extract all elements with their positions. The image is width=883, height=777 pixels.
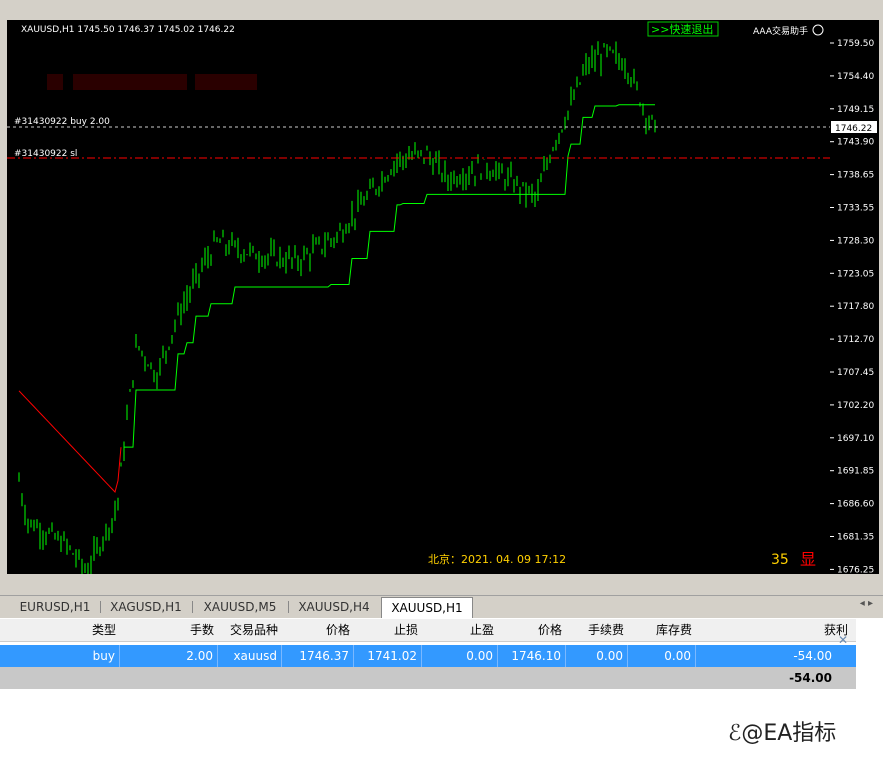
watermark: ℰ@EA指标 (728, 715, 836, 747)
cell-current-price: 1746.10 (498, 645, 566, 667)
cell-stop-loss: 1741.02 (354, 645, 422, 667)
price-candles (18, 41, 656, 574)
price-tick-label: 1743.90 (837, 138, 874, 148)
redacted-area (73, 74, 187, 90)
header-current-price[interactable]: 价格 (498, 619, 566, 641)
chart-tabs: EURUSD,H1 XAGUSD,H1 XAUUSD,M5 XAUUSD,H4 … (0, 595, 883, 618)
trade-table: 类型 手数 交易品种 价格 止损 止盈 价格 手续费 库存费 获利 buy 2.… (0, 619, 856, 689)
tab-separator (192, 601, 193, 613)
order-label: #31430922 buy 2.00 (14, 117, 110, 127)
price-tick-label: 1707.45 (837, 368, 874, 378)
header-symbol[interactable]: 交易品种 (218, 619, 282, 641)
price-axis[interactable]: 1759.50 1754.40 1749.15 1743.90 1738.65 1733.… (830, 20, 879, 574)
header-commission[interactable]: 手续费 (566, 619, 628, 641)
price-tick-label: 1702.20 (837, 401, 874, 411)
cell-profit: -54.00 (793, 649, 832, 663)
price-tick-label: 1749.15 (837, 105, 874, 115)
price-tick-label: 1733.55 (837, 204, 874, 214)
chart-window: XAUUSD,H1 1745.50 1746.37 1745.02 1746.2… (0, 0, 883, 595)
quick-exit-label: >>快速退出 (651, 22, 713, 36)
weibo-logo-icon: ℰ (728, 721, 742, 746)
price-tick-label: 1759.50 (837, 39, 874, 49)
redacted-area (195, 74, 257, 90)
count-value: 35 (771, 552, 789, 568)
table-row[interactable]: buy 2.00 xauusd 1746.37 1741.02 0.00 174… (0, 645, 856, 667)
quick-exit-button[interactable]: >>快速退出 (647, 21, 719, 37)
tab-xauusd-m5[interactable]: XAUUSD,M5 (196, 598, 284, 616)
tab-xauusd-h1[interactable]: XAUUSD,H1 (381, 597, 473, 618)
watermark-text: @EA指标 (741, 721, 837, 746)
header-take-profit[interactable]: 止盈 (422, 619, 498, 641)
smiley-icon (812, 24, 824, 36)
price-tick-label: 1676.25 (837, 565, 874, 574)
close-order-icon[interactable]: ✕ (838, 630, 854, 650)
tab-eurusd-h1[interactable]: EURUSD,H1 (14, 598, 96, 616)
cell-open-price: 1746.37 (282, 645, 354, 667)
table-total-row: -54.00 (0, 667, 856, 689)
redacted-area (47, 74, 63, 90)
price-tick-label: 1681.35 (837, 533, 874, 543)
price-tick-label: 1717.80 (837, 302, 874, 312)
header-open-price[interactable]: 价格 (282, 619, 354, 641)
tab-separator (288, 601, 289, 613)
cell-commission: 0.00 (566, 645, 628, 667)
tab-xagusd-h1[interactable]: XAGUSD,H1 (104, 598, 188, 616)
tab-xauusd-h4[interactable]: XAUUSD,H4 (292, 598, 376, 616)
current-price-label: 1746.22 (835, 124, 872, 134)
cell-symbol: xauusd (218, 645, 282, 667)
total-profit: -54.00 (789, 671, 832, 685)
price-tick-label: 1723.05 (837, 269, 874, 279)
price-tick-label: 1712.70 (837, 335, 874, 345)
table-header: 类型 手数 交易品种 价格 止损 止盈 价格 手续费 库存费 获利 (0, 619, 856, 642)
header-stop-loss[interactable]: 止损 (354, 619, 422, 641)
cell-take-profit: 0.00 (422, 645, 498, 667)
price-tick-label: 1691.85 (837, 467, 874, 477)
sl-label: #31430922 sl (14, 149, 77, 159)
price-tick-label: 1738.65 (837, 171, 874, 181)
price-tick-label: 1754.40 (837, 72, 874, 82)
tab-separator (100, 601, 101, 613)
price-tick-label: 1697.10 (837, 434, 874, 444)
price-tick-label: 1686.60 (837, 500, 874, 510)
header-swap[interactable]: 库存费 (628, 619, 696, 641)
header-profit[interactable]: 获利 (696, 619, 852, 641)
cell-type: buy (0, 645, 120, 667)
chart-header: XAUUSD,H1 1745.50 1746.37 1745.02 1746.2… (21, 25, 235, 35)
price-tick-label: 1728.30 (837, 236, 874, 246)
count-label: 显 (800, 550, 816, 569)
header-lots[interactable]: 手数 (120, 619, 218, 641)
beijing-time: 北京：2021. 04. 09 17:12 (428, 552, 566, 566)
header-type[interactable]: 类型 (0, 619, 120, 641)
trailing-stop-red (18, 390, 122, 494)
cell-swap: 0.00 (628, 645, 696, 667)
tab-scroll-arrows-icon[interactable]: ◂ ▸ (860, 598, 873, 609)
assistant-label: AAA交易助手 (753, 25, 808, 37)
chart-canvas[interactable]: XAUUSD,H1 1745.50 1746.37 1745.02 1746.2… (7, 20, 830, 574)
trailing-stop-green (124, 104, 655, 448)
cell-lots: 2.00 (120, 645, 218, 667)
